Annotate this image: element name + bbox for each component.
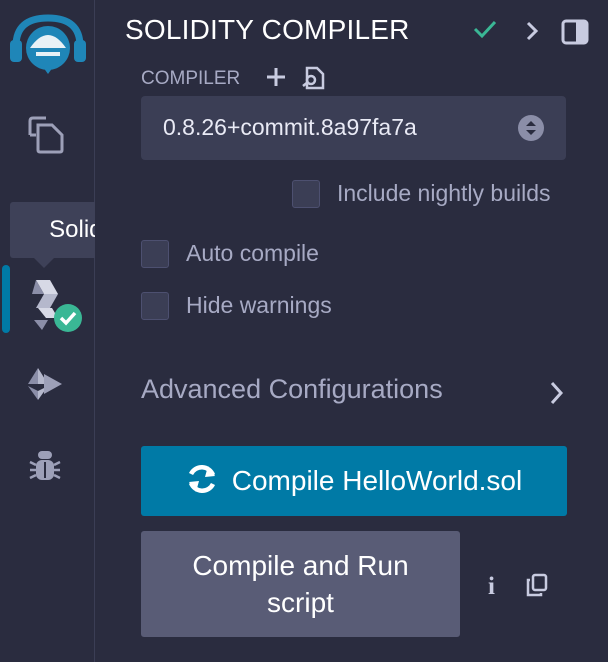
solidity-compiler-icon[interactable] bbox=[28, 278, 86, 341]
hide-warnings-label: Hide warnings bbox=[186, 292, 332, 318]
file-explorer-icon[interactable] bbox=[26, 115, 66, 160]
compile-run-script-button[interactable]: Compile and Run script bbox=[141, 531, 460, 637]
auto-compile-checkbox[interactable] bbox=[141, 240, 169, 268]
include-nightly-label: Include nightly builds bbox=[337, 180, 551, 206]
chevron-right-icon[interactable] bbox=[549, 380, 565, 411]
chevron-right-icon[interactable] bbox=[525, 20, 539, 47]
remix-logo-icon[interactable] bbox=[8, 12, 88, 85]
compiler-version-select[interactable]: 0.8.26+commit.8a97fa7a bbox=[141, 96, 566, 160]
debugger-icon[interactable] bbox=[28, 448, 62, 487]
toggle-panel-icon[interactable] bbox=[561, 19, 589, 50]
advanced-config-toggle[interactable]: Advanced Configurations bbox=[141, 374, 443, 405]
panel-title: SOLIDITY COMPILER bbox=[125, 14, 410, 45]
compiler-section-label: COMPILER bbox=[141, 68, 241, 89]
add-compiler-icon[interactable] bbox=[265, 66, 287, 93]
refresh-icon bbox=[186, 464, 218, 499]
hide-warnings-checkbox[interactable] bbox=[141, 292, 169, 320]
compile-button[interactable]: Compile HelloWorld.sol bbox=[141, 446, 567, 516]
deploy-run-icon[interactable] bbox=[24, 364, 66, 409]
copy-icon[interactable] bbox=[525, 573, 549, 602]
icon-sidebar: Solidity compiler bbox=[0, 0, 263, 662]
active-indicator bbox=[2, 265, 10, 333]
compiler-version-value: 0.8.26+commit.8a97fa7a bbox=[163, 114, 417, 140]
compile-button-label: Compile HelloWorld.sol bbox=[231, 465, 523, 496]
info-icon[interactable]: i bbox=[488, 573, 495, 601]
compiler-panel: SOLIDITY COMPILER COMPILER 0.8.26+commit… bbox=[95, 0, 608, 662]
include-nightly-checkbox[interactable] bbox=[292, 180, 320, 208]
select-arrows-icon bbox=[518, 115, 544, 141]
check-icon bbox=[473, 18, 497, 45]
auto-compile-label: Auto compile bbox=[186, 240, 319, 266]
file-search-icon[interactable] bbox=[301, 66, 325, 95]
compile-run-label: Compile and Run script bbox=[192, 550, 409, 618]
tooltip-arrow bbox=[34, 258, 54, 268]
